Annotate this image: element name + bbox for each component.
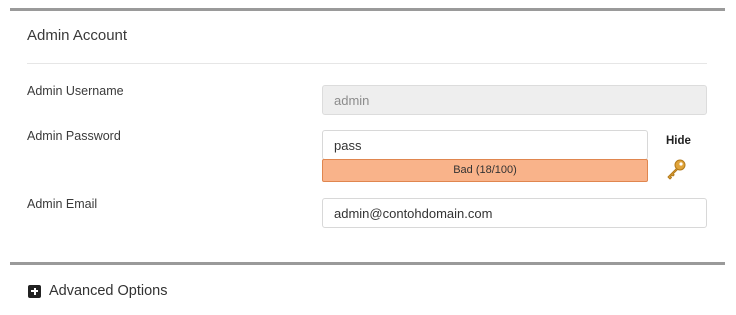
admin-username-input[interactable]	[322, 85, 707, 115]
admin-email-input[interactable]	[322, 198, 707, 228]
password-strength-bar: Bad (18/100)	[322, 159, 648, 182]
admin-password-label: Admin Password	[27, 129, 121, 143]
key-icon[interactable]	[665, 158, 687, 180]
advanced-options-toggle[interactable]: Advanced Options	[28, 282, 168, 300]
divider	[27, 63, 707, 64]
advanced-options-label: Advanced Options	[49, 283, 168, 299]
panel-title: Admin Account	[27, 27, 128, 44]
admin-password-input[interactable]	[322, 130, 648, 160]
advanced-options-panel: Advanced Options	[10, 262, 725, 315]
plus-square-icon	[28, 284, 41, 298]
admin-email-label: Admin Email	[27, 197, 98, 211]
admin-account-panel: Admin Account Admin Username Admin Passw…	[10, 8, 725, 236]
admin-username-label: Admin Username	[27, 84, 124, 98]
hide-password-link[interactable]: Hide	[666, 135, 691, 147]
